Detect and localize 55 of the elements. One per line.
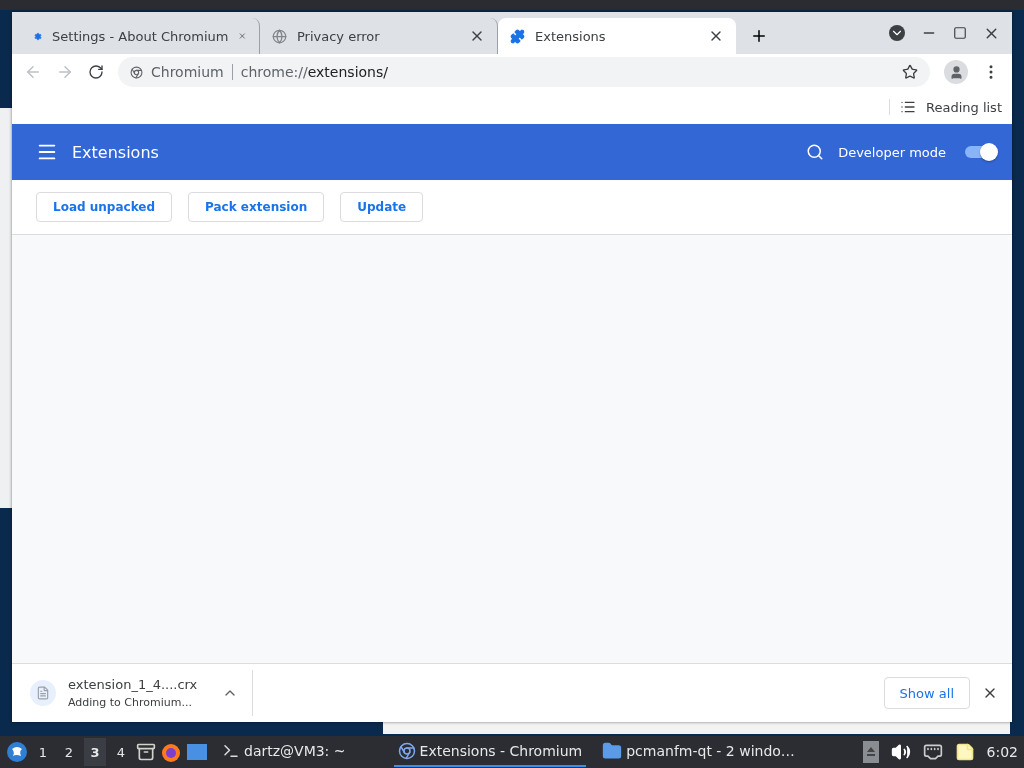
globe-icon [272, 28, 287, 44]
reload-icon[interactable] [88, 64, 104, 80]
action-button[interactable]: Pack extension [188, 192, 325, 222]
task-label: Extensions - Chromium [419, 743, 583, 759]
volume-icon[interactable] [890, 742, 911, 762]
task-label: pcmanfm-qt - 2 windo… [626, 743, 795, 759]
desktop-icon[interactable] [186, 742, 208, 762]
browser-tab[interactable]: Settings - About Chromium [22, 18, 260, 54]
workspace-button[interactable]: 1 [32, 738, 54, 766]
file-name: extension_1_4....crx [68, 677, 199, 692]
workspace-button[interactable]: 2 [58, 738, 80, 766]
taskbar-task[interactable]: Extensions - Chromium [393, 737, 587, 767]
action-button[interactable]: Load unpacked [36, 192, 173, 222]
clock-text[interactable]: 6:02 [986, 744, 1018, 760]
taskbar-task[interactable]: dartz@VM3: ~ [218, 737, 350, 767]
url-text: chrome://extensions/ [240, 64, 388, 80]
network-icon[interactable] [922, 742, 943, 762]
file-cabinet-icon[interactable] [136, 742, 156, 762]
profile-button[interactable] [944, 60, 968, 84]
toggle-thumb[interactable] [980, 143, 998, 161]
eject-icon[interactable] [862, 741, 879, 763]
developer-mode-label: Developer mode [838, 144, 946, 160]
person-icon [948, 64, 964, 80]
chromium-icon [130, 65, 143, 79]
address-bar[interactable]: Chromium chrome://extensions/ [118, 57, 930, 87]
tab-title: Privacy error [297, 28, 381, 44]
folder-icon [602, 741, 623, 761]
developer-mode-toggle[interactable] [964, 143, 998, 161]
reading-list-label: Reading list [926, 99, 1002, 115]
clipboard-icon[interactable] [954, 742, 975, 762]
task-label: dartz@VM3: ~ [244, 743, 346, 759]
search-icon[interactable] [806, 143, 825, 161]
list-icon [900, 99, 916, 115]
download-status: Adding to Chromium... [68, 696, 193, 709]
page-title: Extensions [72, 142, 159, 162]
new-tab-icon[interactable] [750, 27, 768, 45]
terminal-icon [222, 742, 240, 760]
document-icon [36, 686, 50, 700]
bookmark-star-icon[interactable] [902, 64, 918, 80]
maximize-icon[interactable] [953, 26, 967, 40]
workspace-button[interactable]: 4 [110, 738, 132, 766]
browser-icon [397, 742, 416, 760]
action-button[interactable]: Update [340, 192, 424, 222]
workspace-button[interactable]: 3 [84, 738, 106, 766]
browser-tab[interactable]: Extensions [498, 18, 736, 54]
show-all-button[interactable]: Show all [883, 677, 970, 709]
reading-list-button[interactable]: Reading list [889, 99, 1002, 115]
tab-search-icon[interactable] [889, 25, 905, 41]
tab-title: Extensions [535, 28, 607, 44]
tab-title: Settings - About Chromium [52, 28, 229, 44]
taskbar-task[interactable]: pcmanfm-qt - 2 windo… [598, 737, 799, 767]
puzzle-icon [510, 28, 525, 44]
start-menu-icon[interactable] [6, 741, 28, 763]
download-item[interactable]: extension_1_4....crx Adding to Chromium... [26, 670, 253, 716]
site-origin: Chromium [151, 64, 233, 80]
